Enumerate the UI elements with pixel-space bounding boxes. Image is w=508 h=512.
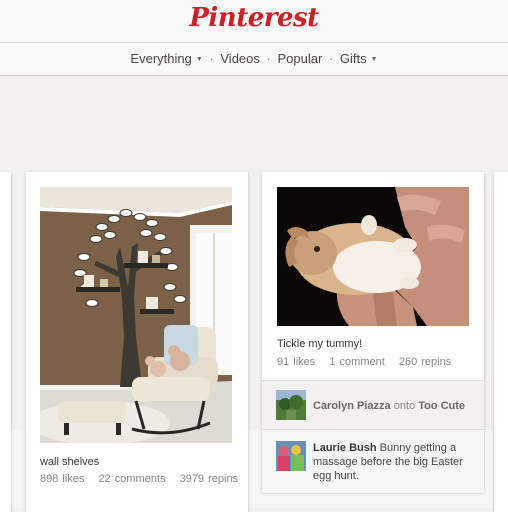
comments-count[interactable]: 1 comment: [329, 356, 384, 368]
pinterest-logo[interactable]: Pinterest: [0, 3, 508, 33]
pin-description[interactable]: wall shelves: [40, 456, 99, 468]
comments-count[interactable]: 22 comments: [98, 473, 165, 485]
avatar[interactable]: [276, 390, 306, 420]
category-nav: Everything ▼ · Videos · Popular · Gifts ▼: [0, 43, 508, 76]
pin-description[interactable]: Tickle my tummy!: [277, 338, 362, 350]
repins-count[interactable]: 3979 repins: [180, 473, 239, 485]
user-name[interactable]: Laurie Bush: [313, 442, 377, 454]
pin-stats: 898 likes 22 comments 3979 repins: [40, 473, 238, 485]
chevron-down-icon: ▼: [195, 56, 203, 63]
chevron-down-icon: ▼: [370, 56, 378, 63]
activity-text: Carolyn Piazza onto Too Cute: [313, 399, 473, 413]
pin-card-partial-right[interactable]: [494, 172, 508, 512]
avatar[interactable]: [276, 441, 306, 471]
pin-stats: 91 likes 1 comment 260 repins: [277, 356, 451, 368]
nav-videos[interactable]: Videos: [220, 43, 260, 75]
pin-image-bunny[interactable]: [277, 187, 469, 326]
likes-count[interactable]: 91 likes: [277, 356, 315, 368]
nav-gifts-label: Gifts: [339, 51, 367, 66]
pin-card[interactable]: wall shelves 898 likes 22 comments 3979 …: [26, 172, 248, 512]
nav-everything[interactable]: Everything ▼: [130, 43, 202, 76]
pin-image-nursery[interactable]: [40, 187, 232, 443]
comment-text: Laurie Bush Bunny getting a massage befo…: [313, 441, 473, 483]
user-name[interactable]: Carolyn Piazza: [313, 400, 391, 412]
activity-connector: onto: [393, 400, 416, 412]
header-bar: Pinterest: [0, 0, 508, 43]
nav-popular[interactable]: Popular: [277, 43, 322, 75]
repins-count[interactable]: 260 repins: [399, 356, 451, 368]
pin-comment: Laurie Bush Bunny getting a massage befo…: [262, 429, 484, 493]
nav-gifts[interactable]: Gifts ▼: [340, 43, 378, 76]
board-name[interactable]: Too Cute: [418, 400, 465, 412]
pin-card-partial-left[interactable]: [0, 172, 11, 512]
nav-everything-label: Everything: [130, 51, 192, 66]
nav-separator: ·: [328, 51, 334, 66]
pin-card[interactable]: Tickle my tummy! 91 likes 1 comment 260 …: [262, 172, 484, 493]
repin-activity: Carolyn Piazza onto Too Cute: [262, 380, 484, 429]
likes-count[interactable]: 898 likes: [40, 473, 84, 485]
nav-separator: ·: [266, 51, 271, 66]
nav-separator: ·: [209, 51, 214, 66]
